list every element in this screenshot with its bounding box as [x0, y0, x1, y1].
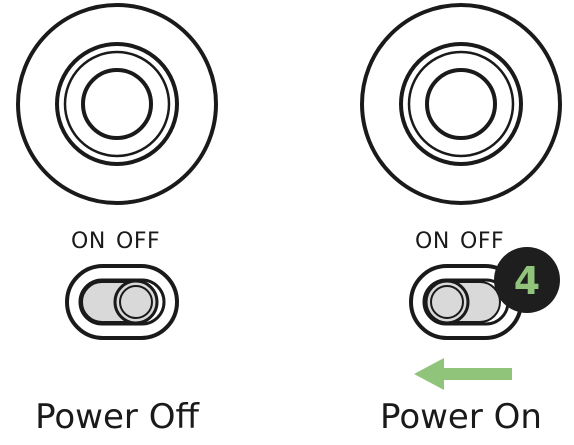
power-toggle-switch[interactable]	[65, 264, 179, 340]
power-switch-diagram: ON OFF Power Off ON OFF 4 Power On	[0, 0, 574, 445]
panel-power-off: ON OFF Power Off	[16, 3, 218, 437]
switch-label-on: ON	[415, 229, 450, 254]
diagram-canvas: ON OFF Power Off ON OFF 4 Power On	[16, 3, 562, 437]
step-badge-number: 4	[514, 259, 540, 303]
knob-inner-ring	[63, 50, 171, 158]
caption-power-on: Power On	[380, 397, 542, 437]
switch-label-on: ON	[71, 229, 106, 254]
panel-power-on: ON OFF 4 Power On	[360, 3, 562, 437]
control-knob	[16, 3, 218, 205]
caption-power-off: Power Off	[35, 397, 200, 437]
knob-inner-ring	[407, 50, 515, 158]
control-knob	[360, 3, 562, 205]
slide-left-arrow-icon	[414, 358, 512, 390]
knob-center	[425, 68, 497, 140]
arrow-shaft	[440, 368, 512, 380]
switch-label-off: OFF	[116, 229, 160, 254]
switch-knob-inner	[430, 285, 464, 319]
knob-outer-ring	[360, 3, 562, 205]
switch-knob-inner	[119, 285, 153, 319]
knob-center	[81, 68, 153, 140]
knob-middle-ring	[399, 42, 523, 166]
step-badge: 4	[494, 247, 560, 313]
arrow-head	[414, 358, 444, 390]
switch-label-off: OFF	[460, 229, 504, 254]
knob-outer-ring	[16, 3, 218, 205]
knob-middle-ring	[55, 42, 179, 166]
